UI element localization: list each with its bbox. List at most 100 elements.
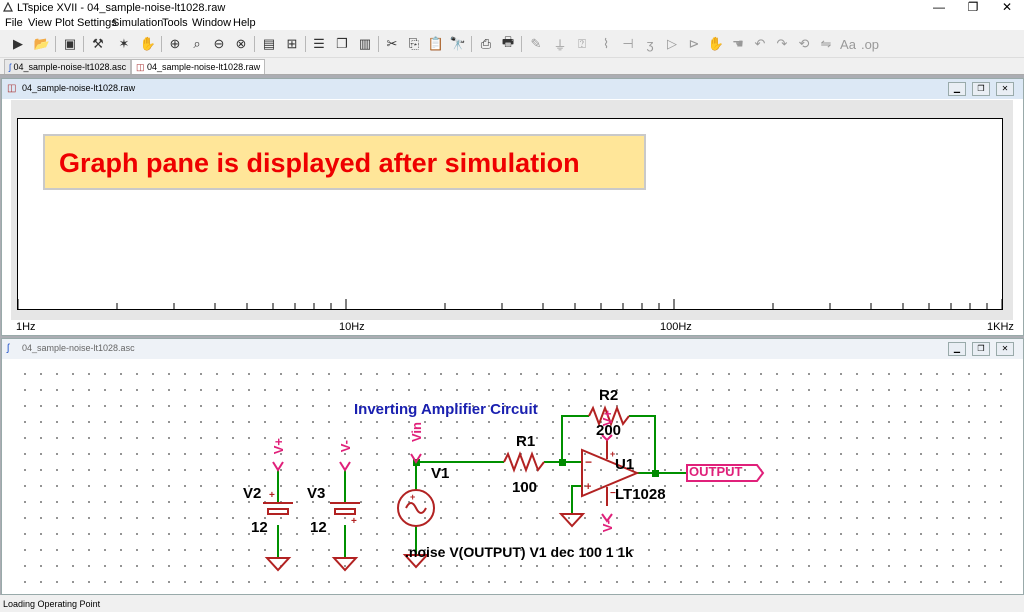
child-restore-button[interactable]: ❐ <box>972 342 990 356</box>
v1-name[interactable]: V1 <box>431 465 449 482</box>
tab-waveform[interactable]: ◫ 04_sample-noise-lt1028.raw <box>131 59 266 74</box>
toolbar-separator <box>471 36 472 52</box>
menu-help[interactable]: Help <box>233 17 256 29</box>
tab-schematic[interactable]: ʃ 04_sample-noise-lt1028.asc <box>4 59 132 74</box>
child-close-button[interactable]: ✕ <box>996 82 1014 96</box>
close-button[interactable]: ✕ <box>990 0 1024 16</box>
v3-name[interactable]: V3 <box>307 485 325 502</box>
menu-plot-settings[interactable]: Plot Settings <box>55 17 117 29</box>
net-label-v-minus-opamp[interactable]: V- <box>600 520 615 532</box>
net-label-vin[interactable]: Vin <box>409 422 424 442</box>
print-setup-icon[interactable]: ⎙ <box>476 35 496 53</box>
net-label-v-minus[interactable]: V- <box>338 440 353 452</box>
tab-schematic-label: 04_sample-noise-lt1028.asc <box>13 62 127 72</box>
schematic-window-titlebar: ʃ 04_sample-noise-lt1028.asc ▁ ❐ ✕ <box>2 339 1023 359</box>
tab-waveform-label: 04_sample-noise-lt1028.raw <box>147 62 261 72</box>
child-restore-button[interactable]: ❐ <box>972 82 990 96</box>
zoom-box-icon[interactable]: ⌕ <box>187 35 207 53</box>
net-label-output[interactable]: OUTPUT <box>689 464 742 479</box>
control-panel-icon[interactable]: ⚒ <box>88 35 108 53</box>
grid-icon[interactable]: ⊞ <box>282 35 302 53</box>
halt-icon[interactable]: ✶ <box>114 35 134 53</box>
menu-bar: File View Plot Settings Simulation Tools… <box>0 16 1024 30</box>
mirror-icon[interactable]: ⇋ <box>816 35 836 53</box>
run-icon[interactable]: ▶ <box>8 35 28 53</box>
net-label-v-plus[interactable]: V+ <box>271 438 286 454</box>
drag-icon[interactable]: ☚ <box>728 35 748 53</box>
x-tick-label: 10Hz <box>339 321 365 333</box>
move-icon[interactable]: ✋ <box>706 35 726 53</box>
opamp-plus-input: + <box>585 481 591 493</box>
menu-window[interactable]: Window <box>192 17 231 29</box>
menu-file[interactable]: File <box>5 17 23 29</box>
r1-name[interactable]: R1 <box>516 433 535 450</box>
find-icon[interactable]: 🔭 <box>448 35 468 53</box>
polarity-plus-sign: + <box>351 516 357 527</box>
child-minimize-button[interactable]: ▁ <box>948 82 966 96</box>
menu-simulation[interactable]: Simulation <box>112 17 163 29</box>
zoom-cancel-icon[interactable]: ⊗ <box>231 35 251 53</box>
label-icon[interactable]: ⍰ <box>572 35 592 53</box>
toolbar: ▶ 📂 ▣ ⚒ ✶ ✋ ⊕ ⌕ ⊖ ⊗ ▤ ⊞ ☰ ❐ ▥ ✂ ⎘ 📋 🔭 ⎙ … <box>0 31 1024 58</box>
status-text: Loading Operating Point <box>3 599 101 609</box>
rotate-icon[interactable]: ⟲ <box>794 35 814 53</box>
net-flag-v-plus <box>272 461 284 472</box>
u1-name[interactable]: U1 <box>615 456 634 473</box>
ground-icon[interactable]: ⏚ <box>550 35 570 53</box>
junction-dot <box>559 459 566 466</box>
net-label-v-plus-opamp[interactable]: V+ <box>600 410 615 426</box>
polarity-plus-sign: + <box>269 490 275 501</box>
window-title: LTspice XVII - 04_sample-noise-lt1028.ra… <box>17 2 226 14</box>
ground-symbol <box>264 557 292 572</box>
toolbar-separator <box>254 36 255 52</box>
zoom-in-icon[interactable]: ⊕ <box>165 35 185 53</box>
graph-pane-callout: Graph pane is displayed after simulation <box>43 134 646 190</box>
waveform-icon: ◫ <box>7 83 17 94</box>
paste-icon[interactable]: 📋 <box>426 35 446 53</box>
redo-icon[interactable]: ↷ <box>772 35 792 53</box>
text-icon[interactable]: Aa <box>838 35 858 53</box>
pan-icon[interactable]: ✋ <box>138 35 158 53</box>
waveform-window-title: 04_sample-noise-lt1028.raw <box>22 83 136 93</box>
zoom-out-icon[interactable]: ⊖ <box>209 35 229 53</box>
v2-name[interactable]: V2 <box>243 485 261 502</box>
tile-vertical-icon[interactable]: ▥ <box>355 35 375 53</box>
ltspice-app-icon <box>3 2 13 12</box>
diode-icon[interactable]: ▷ <box>662 35 682 53</box>
autorange-icon[interactable]: ▤ <box>259 35 279 53</box>
wire-icon[interactable]: ✎ <box>526 35 546 53</box>
v2-value[interactable]: 12 <box>251 519 268 536</box>
spice-directive[interactable]: .noise V(OUTPUT) V1 dec 100 1 1k <box>405 544 633 560</box>
v3-value[interactable]: 12 <box>310 519 327 536</box>
menu-view[interactable]: View <box>28 17 52 29</box>
undo-icon[interactable]: ↶ <box>750 35 770 53</box>
minimize-button[interactable]: — <box>922 0 956 16</box>
copy-icon[interactable]: ⎘ <box>404 35 424 53</box>
cascade-icon[interactable]: ❐ <box>332 35 352 53</box>
r2-name[interactable]: R2 <box>599 387 618 404</box>
print-icon[interactable]: 🖶 <box>498 34 518 53</box>
title-bar: LTspice XVII - 04_sample-noise-lt1028.ra… <box>0 0 1024 16</box>
schematic-canvas[interactable]: + + + − + + − Inverting Amplifier Circui… <box>11 360 1013 583</box>
capacitor-icon[interactable]: ⊣ <box>618 35 638 53</box>
spice-directive-icon[interactable]: .op <box>860 35 880 53</box>
polarity-plus-sign: + <box>410 492 415 502</box>
inductor-icon[interactable]: ʒ <box>640 35 660 53</box>
toolbar-separator <box>161 36 162 52</box>
resistor-icon[interactable]: ⌇ <box>596 35 616 53</box>
r1-value[interactable]: 100 <box>512 479 537 496</box>
menu-tools[interactable]: Tools <box>162 17 188 29</box>
save-icon[interactable]: ▣ <box>60 35 80 53</box>
cut-icon[interactable]: ✂ <box>382 35 402 53</box>
child-close-button[interactable]: ✕ <box>996 342 1014 356</box>
u1-model[interactable]: LT1028 <box>615 486 666 503</box>
child-minimize-button[interactable]: ▁ <box>948 342 966 356</box>
component-icon[interactable]: ⊳ <box>684 35 704 53</box>
open-icon[interactable]: 📂 <box>32 35 52 53</box>
restore-button[interactable]: ❐ <box>956 0 990 16</box>
schematic-heading: Inverting Amplifier Circuit <box>354 401 538 418</box>
toolbar-separator <box>83 36 84 52</box>
battery-v2-cell <box>267 508 289 515</box>
waveform-icon: ◫ <box>136 62 148 72</box>
tile-horizontal-icon[interactable]: ☰ <box>309 35 329 53</box>
